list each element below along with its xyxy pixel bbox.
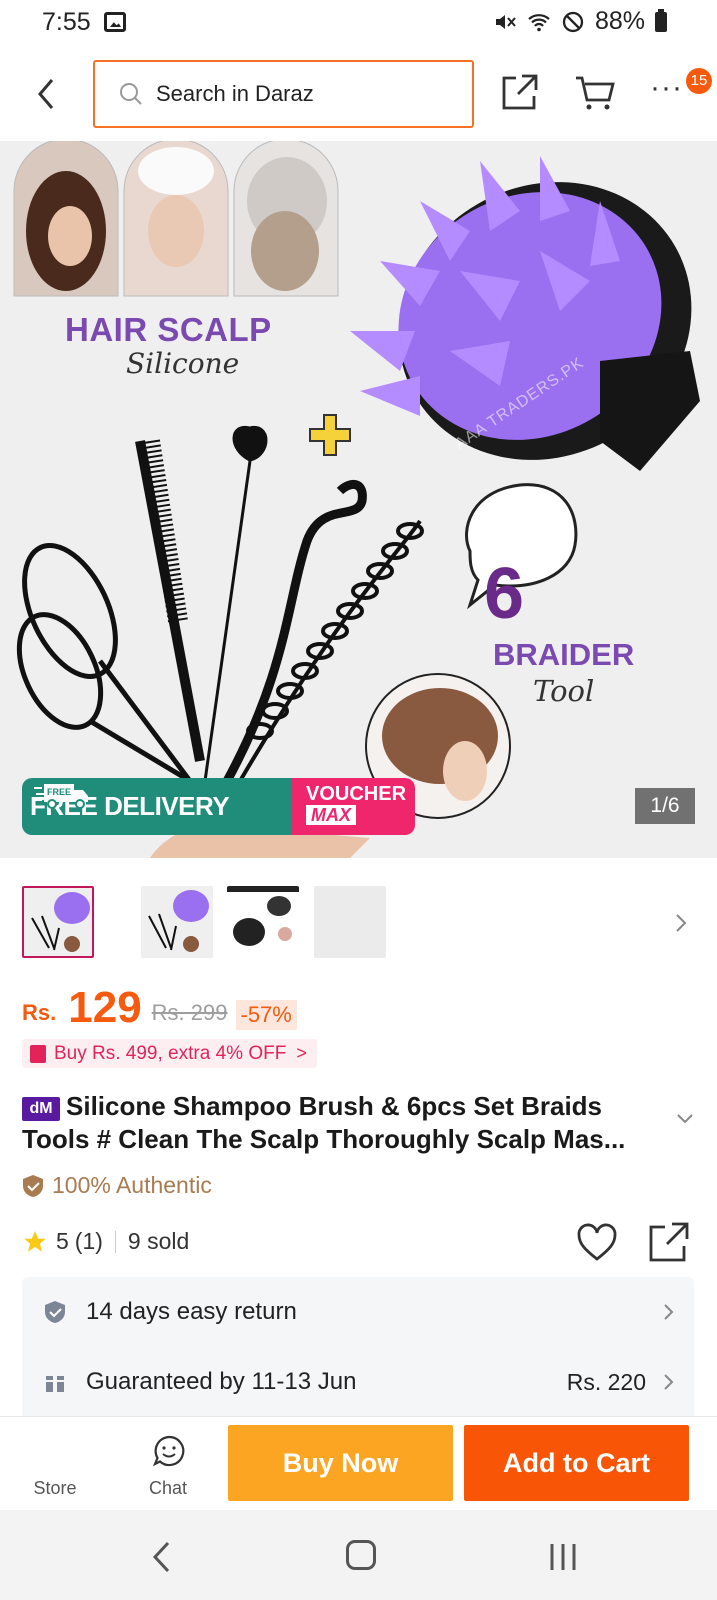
hero-braider-subtitle: Tool [533, 674, 595, 708]
original-price: Rs. 299 [151, 1000, 228, 1025]
battery-icon [655, 8, 667, 32]
thumbnail-1[interactable] [22, 886, 94, 958]
gift-box-icon [46, 1376, 64, 1392]
wifi-icon [528, 13, 550, 31]
chevron-right-icon[interactable] [672, 910, 690, 936]
easy-return-label: 14 days easy return [86, 1298, 297, 1325]
system-recents-icon[interactable] [548, 1542, 578, 1572]
rating-row[interactable]: 5 (1) 9 sold [22, 1228, 189, 1255]
model-photos [13, 141, 339, 297]
buy-now-button[interactable]: Buy Now [228, 1425, 453, 1501]
cart-icon[interactable] [574, 72, 616, 112]
voucher-icon [30, 1044, 46, 1063]
sold-count: 9 sold [127, 1228, 190, 1254]
divider [114, 1230, 116, 1253]
hero-braider-title: BRAIDER [493, 637, 635, 672]
chat-smile-icon [153, 1435, 185, 1467]
easy-return-row[interactable]: 14 days easy return [22, 1277, 694, 1347]
plus-sign [309, 414, 351, 456]
delivery-price: Rs. 220 [566, 1368, 646, 1395]
store-button[interactable]: Store [22, 1431, 88, 1501]
status-bar: 7:55 88% [0, 0, 717, 46]
image-icon [104, 12, 126, 32]
system-back-icon[interactable] [150, 1540, 174, 1574]
voucher-max-label: MAX [306, 805, 356, 825]
system-navigation-bar [0, 1510, 717, 1600]
price-value: 129 [68, 983, 142, 1032]
back-arrow-icon[interactable] [30, 74, 66, 114]
delivery-label: Guaranteed by 11-13 Jun [86, 1368, 357, 1395]
add-to-cart-button[interactable]: Add to Cart [464, 1425, 689, 1501]
bottom-action-bar: Store Chat Buy Now Add to Cart [0, 1416, 717, 1510]
star-icon [24, 1230, 46, 1252]
rating-value: 5 [56, 1228, 69, 1254]
daraz-mall-badge: dM [22, 1097, 60, 1121]
rating-count: (1) [74, 1228, 103, 1254]
thumbnail-image [24, 888, 92, 956]
delivery-truck-icon: FREE [34, 784, 88, 809]
notification-badge: 15 [686, 68, 712, 94]
price-row: Rs. 129 Rs. 299 -57% [22, 982, 297, 1030]
chevron-right-icon: > [296, 1043, 307, 1063]
share-icon[interactable] [500, 72, 540, 112]
discount-badge: -57% [235, 1000, 297, 1030]
free-delivery-badge: FREE FREE DELIVERY [22, 778, 292, 835]
shield-check-icon [45, 1301, 65, 1323]
thumbnail-3[interactable] [227, 886, 299, 958]
chevron-right-icon [664, 1304, 674, 1320]
chevron-down-icon[interactable] [676, 1112, 694, 1126]
top-header: Search in Daraz ··· 15 [0, 56, 717, 132]
search-input[interactable]: Search in Daraz [93, 60, 474, 128]
thumbnail-strip [0, 886, 717, 962]
thumbnail-image [141, 886, 213, 958]
promo-text: Buy Rs. 499, extra 4% OFF [54, 1042, 287, 1064]
authentic-badge: 100% Authentic [22, 1172, 212, 1199]
mute-icon [495, 14, 516, 29]
image-page-counter: 1/6 [635, 788, 695, 824]
product-title-text: Silicone Shampoo Brush & 6pcs Set Braids… [22, 1091, 626, 1154]
thumbnail-2[interactable] [141, 886, 213, 958]
free-tag: FREE [47, 787, 71, 797]
thumbnail-4[interactable] [314, 886, 386, 958]
braider-tools [16, 425, 424, 784]
voucher-label: VOUCHER [306, 783, 407, 805]
chevron-right-icon [664, 1374, 674, 1390]
voucher-max-badge: VOUCHER MAX [292, 778, 415, 835]
product-illustration [13, 141, 700, 858]
scalp-brush-drawing [350, 156, 700, 471]
product-title: dM Silicone Shampoo Brush & 6pcs Set Brai… [22, 1090, 662, 1156]
price-currency: Rs. [22, 1000, 57, 1025]
shield-check-icon [23, 1174, 43, 1197]
more-menu-icon[interactable]: ··· [650, 73, 690, 108]
service-info-box: 14 days easy return Guaranteed by 11-13 … [22, 1277, 694, 1417]
battery-percent: 88% [594, 7, 645, 35]
authentic-text: 100% Authentic [52, 1172, 212, 1198]
store-label: Store [33, 1478, 77, 1498]
product-image-carousel[interactable]: HAIR SCALP Silicone AAA TRADERS.PK 6 BRA… [0, 141, 717, 858]
hero-number: 6 [484, 554, 525, 634]
delivery-row[interactable]: Guaranteed by 11-13 Jun Rs. 220 [22, 1347, 694, 1417]
hero-title: HAIR SCALP [65, 311, 272, 348]
search-icon [120, 83, 142, 105]
chat-button[interactable]: Chat [135, 1431, 201, 1501]
chat-label: Chat [148, 1478, 188, 1498]
share-icon[interactable] [648, 1221, 690, 1263]
search-placeholder: Search in Daraz [156, 81, 314, 106]
status-icons: 88% [493, 7, 667, 36]
hero-subtitle: Silicone [126, 347, 240, 380]
promo-voucher-chip[interactable]: Buy Rs. 499, extra 4% OFF > [22, 1039, 317, 1068]
status-time: 7:55 [42, 8, 91, 36]
thumbnail-image [227, 886, 299, 958]
system-home-icon[interactable] [346, 1540, 376, 1570]
wishlist-heart-icon[interactable] [576, 1223, 618, 1263]
dnd-icon [562, 11, 584, 32]
